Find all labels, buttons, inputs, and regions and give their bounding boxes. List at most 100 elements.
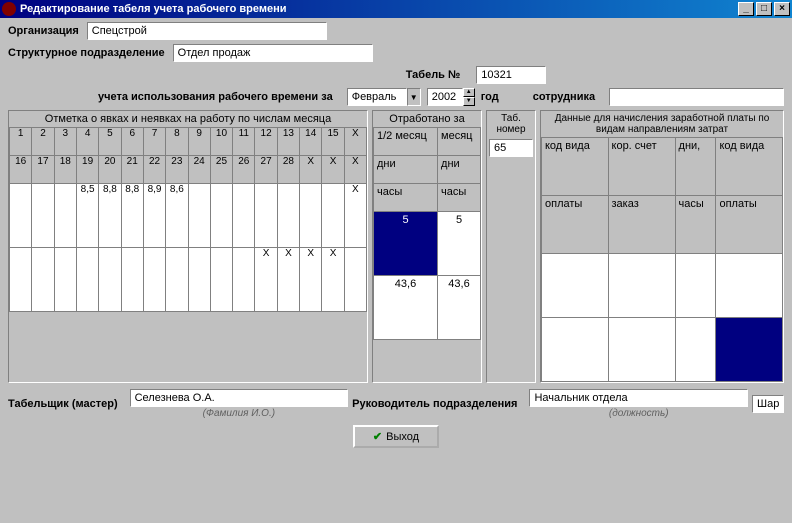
day-cell[interactable]: 8,9 (143, 184, 165, 248)
day-cell[interactable]: X (255, 248, 277, 312)
close-button[interactable]: × (774, 2, 790, 16)
day-cell[interactable]: 6 (121, 128, 143, 156)
payroll-cell[interactable] (608, 254, 675, 318)
day-cell[interactable]: X (344, 156, 366, 184)
maximize-button[interactable]: □ (756, 2, 772, 16)
payroll-cell[interactable] (675, 254, 716, 318)
payroll-cell[interactable] (716, 254, 783, 318)
day-cell[interactable]: 9 (188, 128, 210, 156)
day-cell[interactable]: 2 (32, 128, 54, 156)
minimize-button[interactable]: _ (738, 2, 754, 16)
day-cell[interactable]: 12 (255, 128, 277, 156)
payroll-cell[interactable] (542, 254, 609, 318)
day-cell[interactable] (188, 248, 210, 312)
day-cell[interactable]: X (300, 248, 322, 312)
day-cell[interactable] (54, 184, 76, 248)
day-cell[interactable]: 23 (166, 156, 188, 184)
tab-master-input[interactable] (130, 389, 349, 407)
payroll-cell-selected[interactable] (716, 318, 783, 382)
day-cell[interactable] (233, 248, 255, 312)
payroll-cell[interactable] (542, 318, 609, 382)
day-cell[interactable]: 19 (76, 156, 98, 184)
day-cell[interactable]: 27 (255, 156, 277, 184)
spin-down-icon[interactable]: ▼ (463, 97, 475, 106)
day-cell[interactable] (300, 184, 322, 248)
exit-button[interactable]: ✔ Выход (353, 425, 439, 448)
worked-month-days[interactable]: 5 (438, 212, 481, 276)
day-cell[interactable]: 13 (277, 128, 299, 156)
day-cell[interactable]: X (344, 128, 366, 156)
day-cell[interactable] (344, 248, 366, 312)
day-cell[interactable]: 20 (99, 156, 121, 184)
day-cell[interactable]: 4 (76, 128, 98, 156)
tabel-input[interactable] (476, 66, 546, 84)
day-cell[interactable]: 17 (32, 156, 54, 184)
day-cell[interactable] (210, 248, 232, 312)
extra-input[interactable] (752, 395, 784, 413)
tabno-input[interactable] (489, 139, 533, 157)
day-cell[interactable] (255, 184, 277, 248)
employee-input[interactable] (609, 88, 784, 106)
day-cell[interactable]: 14 (300, 128, 322, 156)
day-cell[interactable]: 8,8 (99, 184, 121, 248)
payroll-grid[interactable]: код вида кор. счет дни, код вида оплаты … (541, 137, 783, 382)
day-cell[interactable]: 22 (143, 156, 165, 184)
day-cell[interactable]: 7 (143, 128, 165, 156)
day-cell[interactable]: 21 (121, 156, 143, 184)
day-cell[interactable] (233, 184, 255, 248)
worked-month-hours[interactable]: 43,6 (438, 276, 481, 340)
day-cell[interactable]: X (300, 156, 322, 184)
day-cell[interactable]: 16 (10, 156, 32, 184)
day-cell[interactable] (143, 248, 165, 312)
payroll-cell[interactable] (608, 318, 675, 382)
day-cell[interactable] (277, 184, 299, 248)
day-cell[interactable] (54, 248, 76, 312)
day-cell[interactable]: 8,8 (121, 184, 143, 248)
day-cell[interactable]: X (344, 184, 366, 248)
day-cell[interactable]: 25 (210, 156, 232, 184)
day-cell[interactable]: 24 (188, 156, 210, 184)
day-cell[interactable]: 26 (233, 156, 255, 184)
day-cell[interactable]: X (277, 248, 299, 312)
day-cell[interactable]: 28 (277, 156, 299, 184)
day-cell[interactable] (166, 248, 188, 312)
day-cell[interactable]: 1 (10, 128, 32, 156)
year-spinner[interactable]: ▲▼ (427, 88, 475, 106)
month-dropdown[interactable]: ▼ (347, 88, 421, 106)
day-cell[interactable] (32, 248, 54, 312)
payroll-cell[interactable] (675, 318, 716, 382)
day-cell[interactable] (210, 184, 232, 248)
month-input[interactable] (347, 88, 407, 106)
day-cell[interactable] (188, 184, 210, 248)
day-cell[interactable]: X (322, 248, 344, 312)
window-title: Редактирование табеля учета рабочего вре… (20, 3, 738, 15)
day-cell[interactable]: 18 (54, 156, 76, 184)
day-cell[interactable]: 8 (166, 128, 188, 156)
day-cell[interactable]: 3 (54, 128, 76, 156)
spin-up-icon[interactable]: ▲ (463, 88, 475, 97)
day-cell[interactable] (10, 248, 32, 312)
dept-label: Структурное подразделение (8, 47, 165, 59)
day-cell[interactable]: 8,6 (166, 184, 188, 248)
day-cell[interactable]: 15 (322, 128, 344, 156)
day-cell[interactable] (10, 184, 32, 248)
day-cell[interactable] (32, 184, 54, 248)
worked-grid[interactable]: 1/2 месяцмесяц днидни часычасы 55 43,643… (373, 127, 481, 340)
day-cell[interactable] (322, 184, 344, 248)
day-cell[interactable]: 10 (210, 128, 232, 156)
day-cell[interactable]: 5 (99, 128, 121, 156)
attendance-grid[interactable]: 123456789101112131415X 16171819202122232… (9, 127, 367, 312)
day-cell[interactable]: 11 (233, 128, 255, 156)
worked-half-days[interactable]: 5 (374, 212, 438, 276)
day-cell[interactable] (76, 248, 98, 312)
day-cell[interactable]: 8,5 (76, 184, 98, 248)
org-input[interactable] (87, 22, 327, 40)
year-input[interactable] (427, 88, 463, 106)
day-cell[interactable] (121, 248, 143, 312)
dept-input[interactable] (173, 44, 373, 62)
period-label: учета использования рабочего времени за (98, 91, 333, 103)
worked-half-hours[interactable]: 43,6 (374, 276, 438, 340)
day-cell[interactable]: X (322, 156, 344, 184)
day-cell[interactable] (99, 248, 121, 312)
head-input[interactable] (529, 389, 748, 407)
